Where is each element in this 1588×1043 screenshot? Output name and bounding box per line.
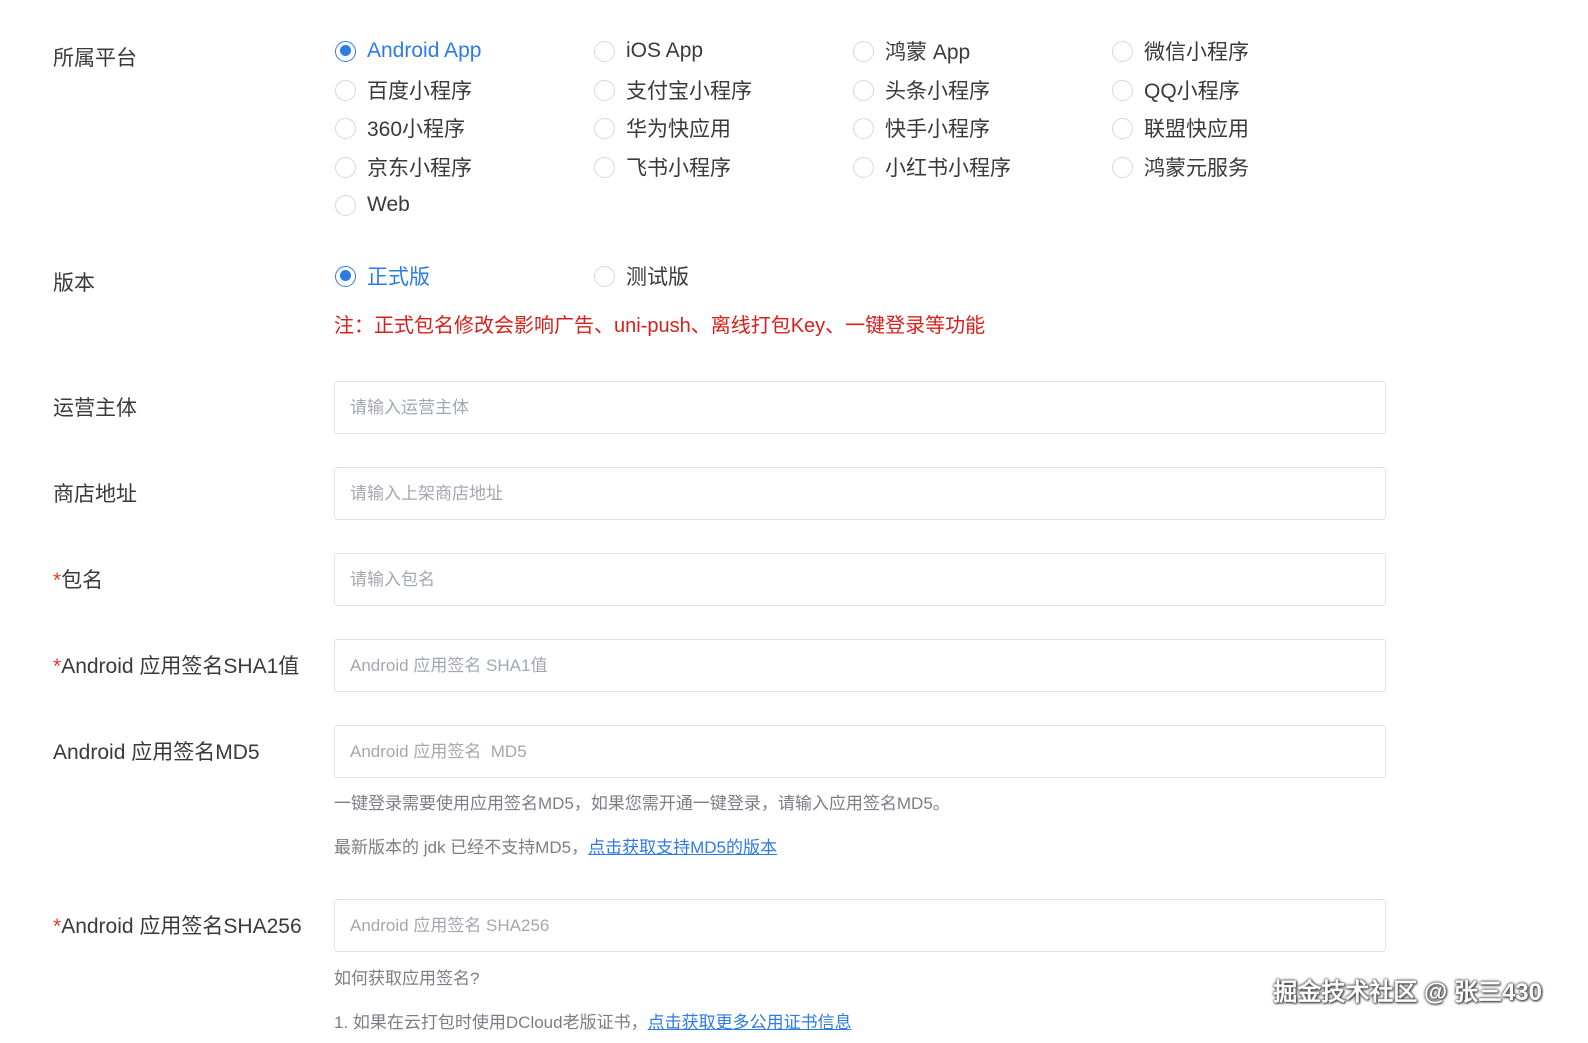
md5-hint-jdk-text: 最新版本的 jdk 已经不支持MD5， [334,838,589,857]
radio-unchecked-icon [335,156,356,178]
md5-input[interactable] [334,725,1386,778]
radio-label: 360小程序 [367,118,466,141]
sha1-label: *Android 应用签名SHA1值 [53,654,299,680]
radio-unchecked-icon [594,156,615,178]
radio-label: 鸿蒙 App [885,41,971,64]
radio-unchecked-icon [853,156,874,178]
radio-label: 飞书小程序 [626,157,731,180]
package-name-label: *包名 [53,568,103,594]
store-url-input[interactable] [334,467,1386,520]
sha256-hint-how-to: 如何获取应用签名? [334,969,480,988]
public-cert-info-link[interactable]: 点击获取更多公用证书信息 [648,1013,852,1032]
required-mark: * [53,569,62,592]
radio-jd-mp[interactable]: 京东小程序 [335,153,472,181]
radio-qq-mp[interactable]: QQ小程序 [1112,76,1240,104]
radio-wechat-mp[interactable]: 微信小程序 [1112,37,1249,65]
sha256-label: *Android 应用签名SHA256 [53,914,302,940]
radio-unchecked-icon [594,265,615,287]
sha256-hint-dcloud-cert: 1. 如果在云打包时使用DCloud老版证书，点击获取更多公用证书信息 [334,1008,852,1033]
radio-unchecked-icon [335,117,356,139]
package-name-input[interactable] [334,553,1386,606]
operator-label: 运营主体 [53,397,137,420]
radio-label: 联盟快应用 [1144,118,1249,141]
radio-baidu-mp[interactable]: 百度小程序 [335,76,472,104]
radio-label: 小红书小程序 [885,157,1011,180]
radio-unchecked-icon [1112,40,1133,62]
radio-unchecked-icon [594,117,615,139]
radio-harmony-app[interactable]: 鸿蒙 App [853,37,970,65]
radio-label: 快手小程序 [885,118,990,141]
radio-label: 京东小程序 [367,157,472,180]
package-name-label-text: 包名 [61,569,104,592]
radio-label: iOS App [626,39,704,62]
md5-version-link[interactable]: 点击获取支持MD5的版本 [588,838,777,857]
radio-test[interactable]: 测试版 [594,262,689,290]
radio-unchecked-icon [1112,79,1133,101]
required-mark: * [53,915,62,938]
radio-release[interactable]: 正式版 [335,262,430,290]
radio-unchecked-icon [1112,117,1133,139]
radio-label: QQ小程序 [1144,80,1240,103]
radio-xiaohongshu-mp[interactable]: 小红书小程序 [853,153,1011,181]
md5-label: Android 应用签名MD5 [53,741,260,764]
radio-label: Android App [367,39,482,62]
radio-label: 微信小程序 [1144,41,1249,64]
radio-unchecked-icon [853,79,874,101]
sha256-input[interactable] [334,899,1386,952]
sha256-hint-dcloud-text: 1. 如果在云打包时使用DCloud老版证书， [334,1013,648,1032]
radio-label: 头条小程序 [885,80,990,103]
radio-unchecked-icon [594,40,615,62]
radio-toutiao-mp[interactable]: 头条小程序 [853,76,990,104]
radio-android-app[interactable]: Android App [335,37,481,65]
radio-label: 测试版 [626,266,689,289]
radio-unchecked-icon [1112,156,1133,178]
required-mark: * [53,655,62,678]
radio-huawei-quickapp[interactable]: 华为快应用 [594,114,731,142]
radio-label: Web [367,193,410,216]
version-label: 版本 [53,272,95,295]
radio-union-quickapp[interactable]: 联盟快应用 [1112,114,1249,142]
platform-label: 所属平台 [53,47,137,70]
radio-360-mp[interactable]: 360小程序 [335,114,465,142]
radio-unchecked-icon [594,79,615,101]
radio-label: 鸿蒙元服务 [1144,157,1249,180]
radio-alipay-mp[interactable]: 支付宝小程序 [594,76,752,104]
radio-label: 百度小程序 [367,80,472,103]
md5-hint-jdk: 最新版本的 jdk 已经不支持MD5，点击获取支持MD5的版本 [334,833,777,858]
radio-label: 华为快应用 [626,118,731,141]
radio-unchecked-icon [853,40,874,62]
radio-label: 支付宝小程序 [626,80,752,103]
sha1-label-text: Android 应用签名SHA1值 [61,655,300,678]
radio-unchecked-icon [853,117,874,139]
radio-harmony-atomic[interactable]: 鸿蒙元服务 [1112,153,1249,181]
sha256-label-text: Android 应用签名SHA256 [61,915,302,938]
radio-unchecked-icon [335,194,356,216]
md5-hint-one-click-login: 一键登录需要使用应用签名MD5，如果您需开通一键登录，请输入应用签名MD5。 [334,794,950,813]
radio-checked-icon [335,265,356,287]
radio-unchecked-icon [335,79,356,101]
version-warning-note: 注：正式包名修改会影响广告、uni-push、离线打包Key、一键登录等功能 [334,315,986,337]
radio-ios-app[interactable]: iOS App [594,37,703,65]
store-url-label: 商店地址 [53,483,137,506]
radio-feishu-mp[interactable]: 飞书小程序 [594,153,731,181]
radio-checked-icon [335,40,356,62]
radio-web[interactable]: Web [335,191,410,219]
radio-label: 正式版 [367,266,430,289]
radio-kuaishou-mp[interactable]: 快手小程序 [853,114,990,142]
sha1-input[interactable] [334,639,1386,692]
watermark: 掘金技术社区 @ 张三430 [1273,979,1542,1006]
operator-input[interactable] [334,381,1386,434]
